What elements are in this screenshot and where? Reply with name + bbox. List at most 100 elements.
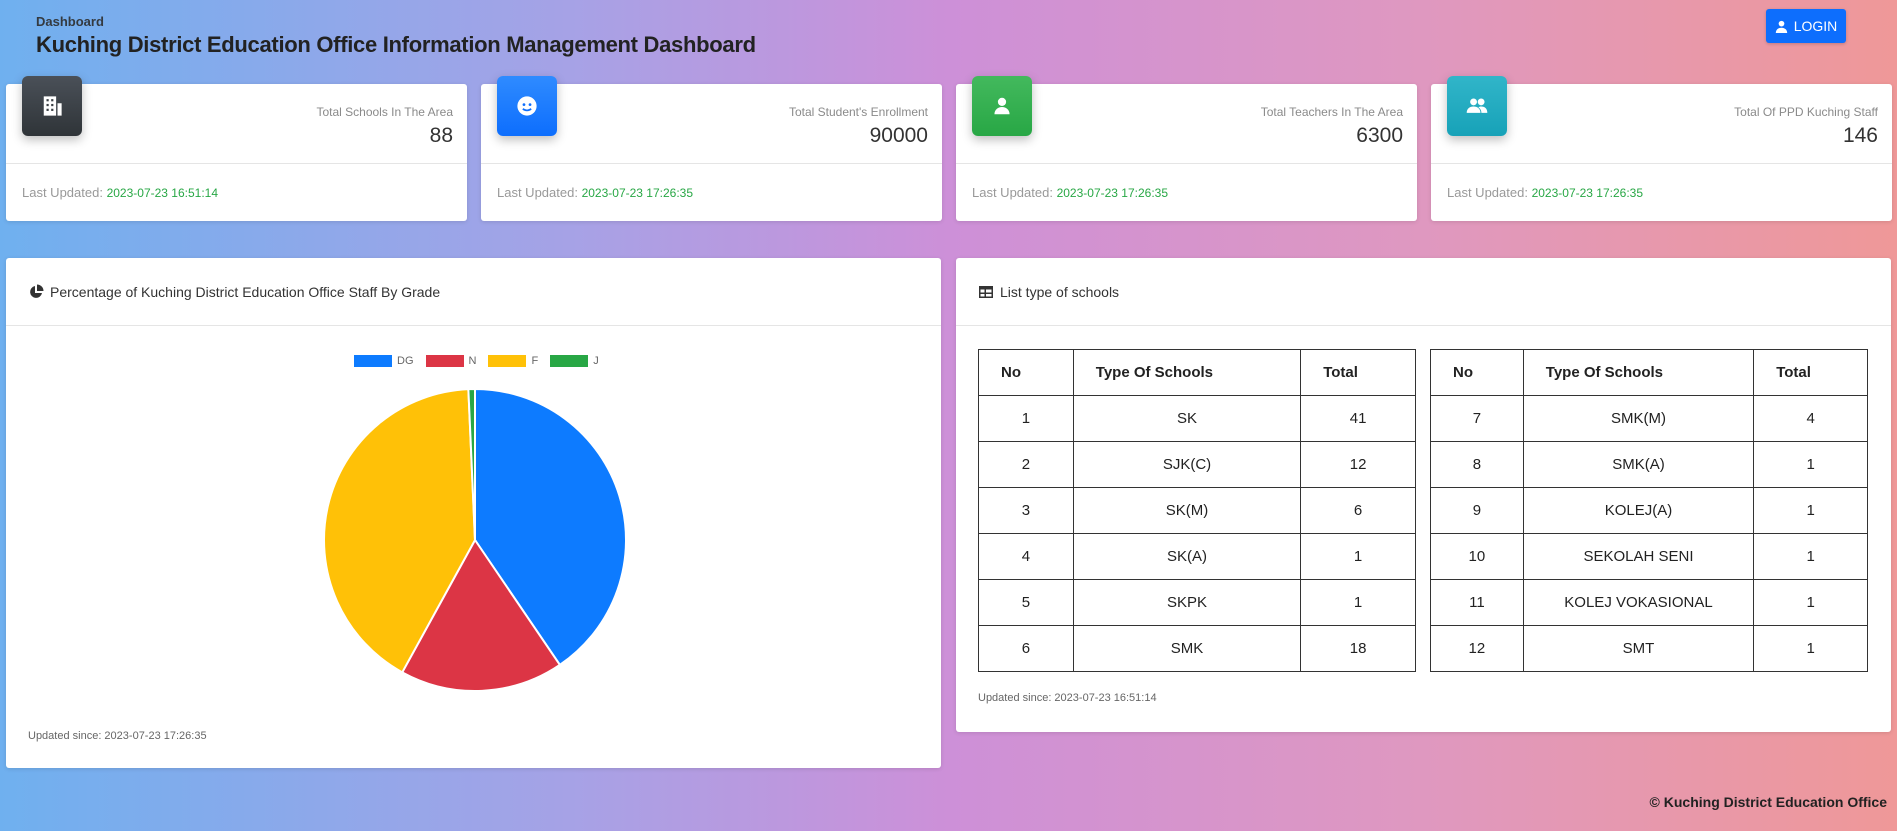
last-updated-label: Last Updated:: [497, 185, 578, 200]
student-icon: [497, 76, 557, 136]
table-updated-since: Updated since: 2023-07-23 16:51:14: [978, 692, 1157, 704]
cell-type: SMT: [1522, 625, 1755, 672]
table-row: 7 SMK(M) 4: [1430, 395, 1868, 442]
cell-total: 4: [1753, 395, 1868, 442]
cell-no: 8: [1430, 441, 1524, 488]
stat-card-staff: Total Of PPD Kuching Staff 146 Last Upda…: [1431, 76, 1892, 221]
table-row: 9 KOLEJ(A) 1: [1430, 487, 1868, 534]
table-row: 3 SK(M) 6: [978, 487, 1416, 534]
table-row: 4 SK(A) 1: [978, 533, 1416, 580]
card-divider: [481, 163, 942, 164]
school-types-panel: List type of schools No Type Of Schools …: [956, 258, 1891, 732]
table-row: 8 SMK(A) 1: [1430, 441, 1868, 488]
user-icon: [1775, 20, 1787, 33]
copyright-footer: © Kuching District Education Office: [1649, 794, 1887, 810]
cell-total: 6: [1300, 487, 1416, 534]
cell-no: 11: [1430, 579, 1524, 626]
stat-card-teachers: Total Teachers In The Area 6300 Last Upd…: [956, 76, 1417, 221]
last-updated: Last Updated: 2023-07-23 17:26:35: [972, 185, 1168, 200]
stat-value: 6300: [1356, 124, 1403, 147]
cell-no: 12: [1430, 625, 1524, 672]
cell-total: 1: [1753, 533, 1868, 580]
stat-card-students: Total Student's Enrollment 90000 Last Up…: [481, 76, 942, 221]
cell-total: 1: [1753, 579, 1868, 626]
column-header-no: No: [1430, 349, 1524, 396]
stat-card-schools: Total Schools In The Area 88 Last Update…: [6, 76, 467, 221]
cell-no: 6: [978, 625, 1074, 672]
school-types-table-left: No Type Of Schools Total 1 SK 41 2 SJK(C) 12 3…: [978, 349, 1416, 672]
column-header-total: Total: [1753, 349, 1868, 396]
users-icon: [1447, 76, 1507, 136]
cell-type: SKPK: [1072, 579, 1302, 626]
last-updated-timestamp: 2023-07-23 17:26:35: [1056, 186, 1169, 200]
table-header-row: No Type Of Schools Total: [1430, 349, 1868, 396]
panel-title: Percentage of Kuching District Education…: [28, 284, 440, 300]
last-updated: Last Updated: 2023-07-23 16:51:14: [22, 185, 218, 200]
table-header-row: No Type Of Schools Total: [978, 349, 1416, 396]
table-row: 1 SK 41: [978, 395, 1416, 442]
last-updated-timestamp: 2023-07-23 17:26:35: [1531, 186, 1644, 200]
cell-no: 7: [1430, 395, 1524, 442]
cell-type: SMK: [1072, 625, 1302, 672]
cell-total: 1: [1753, 441, 1868, 488]
last-updated: Last Updated: 2023-07-23 17:26:35: [1447, 185, 1643, 200]
staff-grade-pie-chart: [323, 387, 627, 692]
table-row: 2 SJK(C) 12: [978, 441, 1416, 488]
table-panel-title: List type of schools: [1000, 284, 1120, 300]
table-icon: [979, 286, 993, 298]
cell-total: 1: [1300, 533, 1416, 580]
cell-no: 2: [978, 441, 1074, 488]
teacher-icon: [972, 76, 1032, 136]
cell-type: KOLEJ(A): [1522, 487, 1755, 534]
cell-type: KOLEJ VOKASIONAL: [1522, 579, 1755, 626]
panel-header: List type of schools: [956, 258, 1891, 326]
cell-no: 4: [978, 533, 1074, 580]
cell-total: 1: [1300, 579, 1416, 626]
panel-title: List type of schools: [978, 284, 1119, 300]
page-title: Kuching District Education Office Inform…: [36, 32, 756, 57]
table-row: 5 SKPK 1: [978, 579, 1416, 626]
cell-total: 12: [1300, 441, 1416, 488]
table-row: 11 KOLEJ VOKASIONAL 1: [1430, 579, 1868, 626]
card-divider: [956, 163, 1417, 164]
cell-type: SEKOLAH SENI: [1522, 533, 1755, 580]
card-divider: [1431, 163, 1892, 164]
last-updated-label: Last Updated:: [972, 185, 1053, 200]
stat-value: 88: [429, 124, 453, 147]
chart-updated-since: Updated since: 2023-07-23 17:26:35: [28, 730, 207, 742]
stat-label: Total Schools In The Area: [316, 105, 453, 119]
last-updated: Last Updated: 2023-07-23 17:26:35: [497, 185, 693, 200]
stat-label: Total Student's Enrollment: [788, 105, 928, 119]
login-button[interactable]: LOGIN: [1766, 9, 1846, 43]
cell-total: 41: [1300, 395, 1416, 442]
breadcrumb[interactable]: Dashboard: [36, 14, 104, 29]
cell-total: 18: [1300, 625, 1416, 672]
cell-type: SJK(C): [1072, 441, 1302, 488]
column-header-type: Type Of Schools: [1072, 349, 1302, 396]
last-updated-timestamp: 2023-07-23 16:51:14: [106, 186, 219, 200]
last-updated-label: Last Updated:: [22, 185, 103, 200]
cell-no: 5: [978, 579, 1074, 626]
cell-no: 9: [1430, 487, 1524, 534]
cell-type: SK(M): [1072, 487, 1302, 534]
chart-panel-title: Percentage of Kuching District Education…: [50, 284, 441, 300]
table-row: 12 SMT 1: [1430, 625, 1868, 672]
table-row: 10 SEKOLAH SENI 1: [1430, 533, 1868, 580]
stat-label: Total Teachers In The Area: [1260, 105, 1403, 119]
table-row: 6 SMK 18: [978, 625, 1416, 672]
panel-header: Percentage of Kuching District Education…: [6, 258, 941, 326]
building-icon: [22, 76, 82, 136]
cell-no: 3: [978, 487, 1074, 534]
school-types-table-right: No Type Of Schools Total 7 SMK(M) 4 8 SMK(A)…: [1430, 349, 1868, 672]
cell-total: 1: [1753, 625, 1868, 672]
stat-label: Total Of PPD Kuching Staff: [1734, 105, 1878, 119]
cell-type: SK: [1072, 395, 1302, 442]
column-header-no: No: [978, 349, 1074, 396]
staff-grade-chart-panel: Percentage of Kuching District Education…: [6, 258, 941, 768]
column-header-type: Type Of Schools: [1522, 349, 1755, 396]
login-label: LOGIN: [1793, 18, 1838, 34]
stat-value: 90000: [869, 124, 928, 147]
column-header-total: Total: [1300, 349, 1416, 396]
top-bar: Dashboard Kuching District Education Off…: [0, 0, 1897, 70]
cell-type: SMK(A): [1522, 441, 1755, 488]
